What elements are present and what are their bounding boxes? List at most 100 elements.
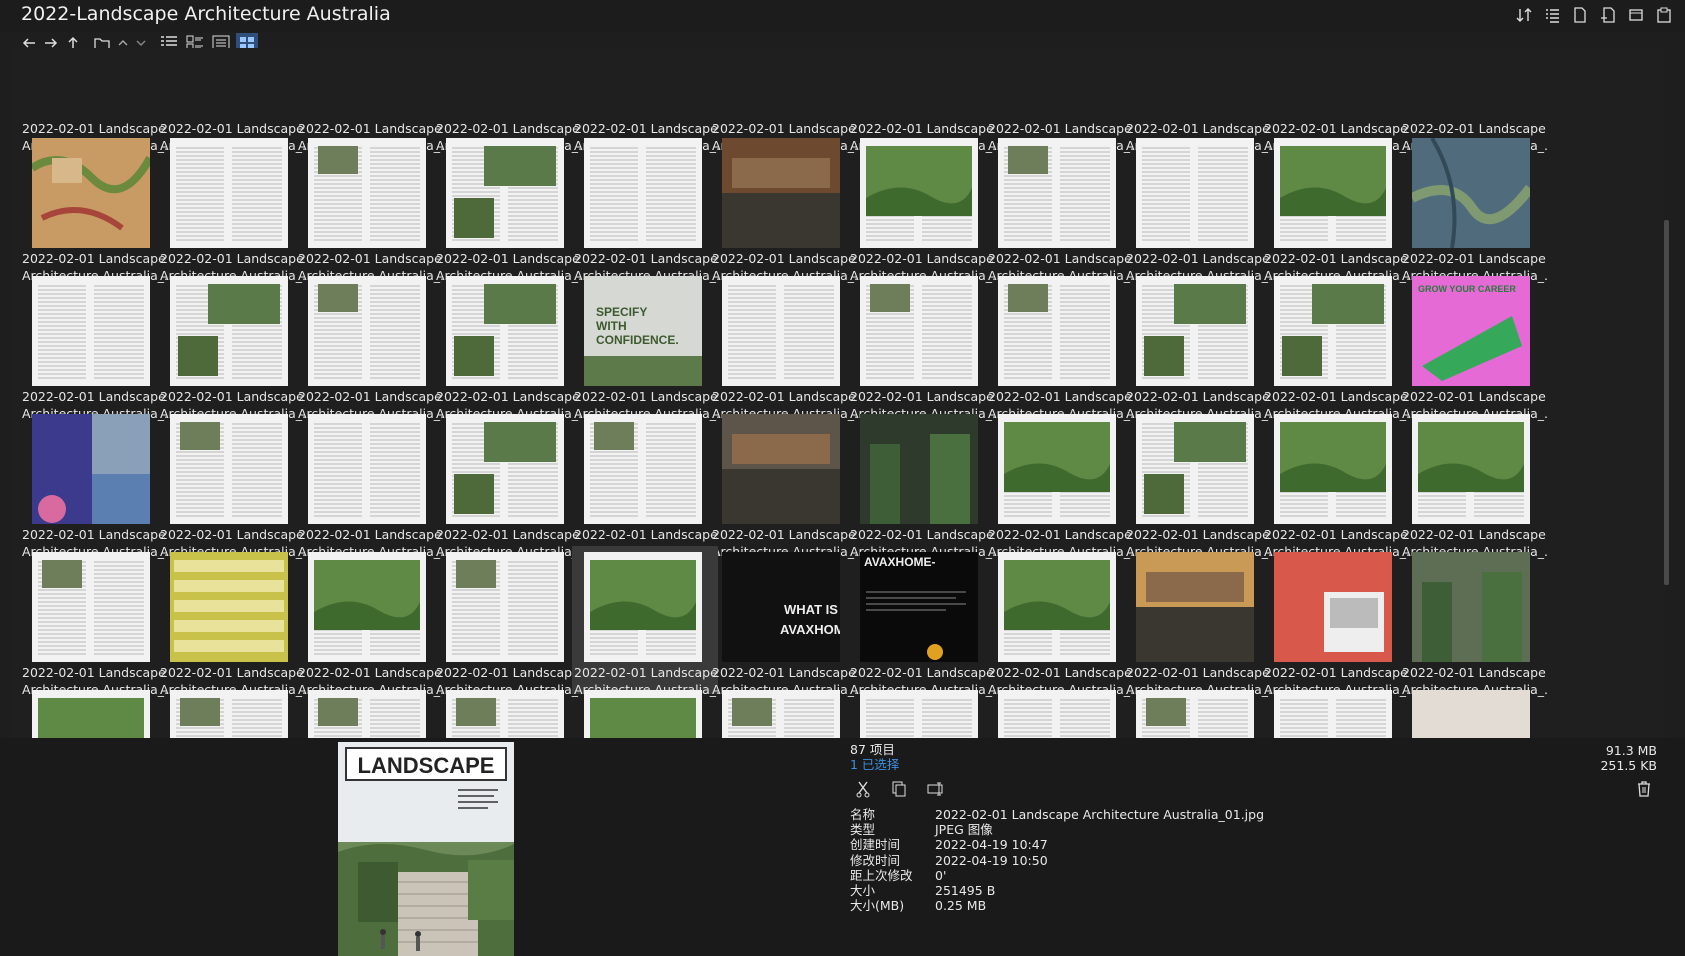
thumbnail-item[interactable]: 2022-02-01 LandscapeArchitecture Austral… (20, 132, 168, 283)
thumbnail-item[interactable]: 2022-02-01 LandscapeArchitecture Austral… (434, 546, 582, 697)
thumbnail-item[interactable]: 2022-02-01 LandscapeArchitecture Austral… (572, 408, 720, 559)
page-thumbnail (170, 552, 288, 662)
thumbnail-item[interactable]: 2022-02-01 LandscapeArchitecture Austral… (20, 408, 168, 559)
svg-text:GROW YOUR CAREER: GROW YOUR CAREER (1418, 284, 1516, 294)
list-icon[interactable] (1543, 6, 1561, 24)
preview-masthead: LANDSCAPE (358, 753, 495, 778)
preview-image: LANDSCAPE (338, 742, 514, 956)
caption-line-1: 2022-02-01 Landscape (1126, 665, 1270, 680)
caption-line-1: 2022-02-01 Landscape (574, 665, 718, 680)
clipboard-icon[interactable] (1655, 6, 1673, 24)
rename-icon[interactable] (927, 780, 945, 802)
thumbnail-item[interactable]: 2022-02-01 LandscapeArchitecture Austral… (986, 132, 1134, 283)
thumbnail-item[interactable]: 2022-02-01 LandscapeArchitecture Austral… (158, 408, 306, 559)
thumbnail-item[interactable]: 2022-02-01 LandscapeArchitecture Austral… (710, 270, 858, 421)
thumbnail-item[interactable]: 2022-02-01 LandscapeArchitecture Austral… (986, 270, 1134, 421)
thumbnail-item[interactable]: 2022-02-01 LandscapeArchitecture Austral… (296, 270, 444, 421)
thumbnail-item[interactable]: 2022-02-01 LandscapeArchitecture Austral… (710, 408, 858, 559)
thumbnail-item[interactable] (158, 684, 304, 738)
copy-icon[interactable] (891, 780, 907, 802)
thumbnail-item[interactable]: 2022-02-01 LandscapeArchitecture Austral… (1400, 132, 1548, 283)
thumbnail-item[interactable]: 2022-02-01 LandscapeArchitecture Austral… (20, 546, 168, 697)
svg-text:AVAXHOME?: AVAXHOME? (780, 622, 840, 637)
thumbnail-item[interactable] (296, 684, 442, 738)
thumbnail-item[interactable]: 2022-02-01 LandscapeArchitecture Austral… (296, 132, 444, 283)
thumbnail-item[interactable]: 2022-02-01 LandscapeArchitecture Austral… (158, 546, 306, 697)
caption-line-1: 2022-02-01 Landscape (1126, 389, 1270, 404)
property-row: 修改时间 2022-04-19 10:50 (850, 853, 1264, 868)
cut-icon[interactable] (855, 780, 871, 802)
thumbnail-item[interactable]: 2022-02-01 LandscapeArchitecture Austral… (848, 270, 996, 421)
thumbnail-item[interactable] (710, 684, 856, 738)
new-file-icon[interactable] (1599, 6, 1617, 24)
caption-line-1: 2022-02-01 Landscape (436, 665, 580, 680)
thumbnail-item[interactable] (434, 684, 580, 738)
thumbnail-item[interactable]: 2022-02-01 LandscapeArchitecture Austral… (434, 132, 582, 283)
thumbnail-item[interactable]: 2022-02-01 LandscapeArchitecture Austral… (434, 270, 582, 421)
thumbnail-item[interactable] (848, 684, 994, 738)
thumbnail-item[interactable]: AVAXHOME-2022-02-01 LandscapeArchitectur… (848, 546, 996, 697)
svg-text:WITH: WITH (596, 319, 627, 333)
thumbnail-item[interactable] (572, 684, 718, 738)
property-value: 2022-04-19 10:47 (935, 837, 1048, 853)
property-row: 名称 2022-02-01 Landscape Architecture Aust… (850, 807, 1264, 822)
thumbnail-item[interactable] (1400, 684, 1546, 738)
delete-icon[interactable] (1636, 780, 1652, 802)
thumbnail-item[interactable]: 2022-02-01 LandscapeArchitecture Austral… (158, 270, 306, 421)
property-value: 2022-04-19 10:50 (935, 852, 1048, 868)
caption-line-1: 2022-02-01 Landscape (298, 389, 442, 404)
thumbnail-item[interactable]: 2022-02-01 LandscapeArchitecture Austral… (1262, 546, 1410, 697)
caption-line-1: 2022-02-01 Landscape (1402, 389, 1546, 404)
sort-icon[interactable] (1515, 6, 1533, 24)
window-icon[interactable] (1627, 6, 1645, 24)
vertical-scrollbar[interactable] (1663, 48, 1671, 738)
thumbnail-item[interactable] (1262, 684, 1408, 738)
thumbnail-item[interactable]: 2022-02-01 LandscapeArchitecture Austral… (1400, 408, 1548, 559)
scrollbar-thumb[interactable] (1664, 220, 1669, 585)
thumbnail-item[interactable]: GROW YOUR CAREER2022-02-01 LandscapeArch… (1400, 270, 1548, 421)
page-thumbnail (446, 276, 564, 386)
thumbnail-item[interactable]: 2022-02-01 LandscapeArchitecture Austral… (1262, 132, 1410, 283)
caption-line-1: 2022-02-01 Landscape (988, 527, 1132, 542)
thumbnail-item[interactable]: 2022-02-01 LandscapeArchitecture Austral… (986, 408, 1134, 559)
caption-line-1: 2022-02-01 Landscape (850, 527, 994, 542)
thumbnail-item[interactable]: 2022-02-01 LandscapeArchitecture Austral… (296, 408, 444, 559)
thumbnail-item-selected[interactable]: 2022-02-01 LandscapeArchitecture Austral… (572, 546, 720, 697)
thumbnail-item[interactable]: 2022-02-01 LandscapeArchitecture Austral… (1124, 132, 1272, 283)
thumbnail-item[interactable]: 2022-02-01 LandscapeArchitecture Austral… (296, 546, 444, 697)
property-row: 类型 JPEG 图像 (850, 822, 1264, 837)
thumbnail-item[interactable]: 2022-02-01 LandscapeArchitecture Austral… (1124, 546, 1272, 697)
caption-line-1: 2022-02-01 Landscape (436, 389, 580, 404)
thumbnail-item[interactable] (986, 684, 1132, 738)
thumbnail-item[interactable]: 2022-02-01 LandscapeArchitecture Austral… (1124, 270, 1272, 421)
caption-line-1: 2022-02-01 Landscape (712, 527, 856, 542)
thumbnail-item[interactable] (1124, 684, 1270, 738)
item-info: 87 项目 1 已选择 (850, 742, 899, 772)
thumbnail-item[interactable]: WHAT ISAVAXHOME?2022-02-01 LandscapeArch… (710, 546, 858, 697)
page-thumbnail (446, 690, 564, 738)
thumbnail-item[interactable]: 2022-02-01 LandscapeArchitecture Austral… (848, 408, 996, 559)
window-title: 2022-Landscape Architecture Australia (21, 3, 391, 25)
thumbnail-item[interactable]: 2022-02-01 LandscapeArchitecture Austral… (434, 408, 582, 559)
selected-count[interactable]: 1 已选择 (850, 757, 899, 772)
file-actions (855, 780, 945, 802)
thumbnail-item[interactable]: 2022-02-01 LandscapeArchitecture Austral… (158, 132, 306, 283)
page-thumbnail (1274, 690, 1392, 738)
thumbnail-item[interactable]: SPECIFY WITH CONFIDENCE. 2022-02-01 Landsca… (572, 270, 720, 421)
thumbnail-item[interactable]: 2022-02-01 LandscapeArchitecture Austral… (1262, 408, 1410, 559)
thumbnail-item[interactable] (20, 684, 166, 738)
caption-line-1: 2022-02-01 Landscape (436, 527, 580, 542)
property-key: 距上次修改 (850, 867, 913, 883)
thumbnail-item[interactable]: 2022-02-01 LandscapeArchitecture Austral… (986, 546, 1134, 697)
thumbnail-item[interactable]: 2022-02-01 LandscapeArchitecture Austral… (572, 132, 720, 283)
page-thumbnail (170, 138, 288, 248)
thumbnail-item[interactable]: 2022-02-01 LandscapeArchitecture Austral… (710, 132, 858, 283)
thumbnail-item[interactable]: 2022-02-01 LandscapeArchitecture Austral… (1400, 546, 1548, 697)
thumbnail-item[interactable]: 2022-02-01 LandscapeArchitecture Austral… (848, 132, 996, 283)
property-value: JPEG 图像 (935, 822, 993, 838)
page-thumbnail (860, 414, 978, 524)
thumbnail-item[interactable]: 2022-02-01 LandscapeArchitecture Austral… (1124, 408, 1272, 559)
thumbnail-item[interactable]: 2022-02-01 LandscapeArchitecture Austral… (1262, 270, 1410, 421)
thumbnail-item[interactable]: 2022-02-01 LandscapeArchitecture Austral… (20, 270, 168, 421)
file-icon[interactable] (1571, 6, 1589, 24)
